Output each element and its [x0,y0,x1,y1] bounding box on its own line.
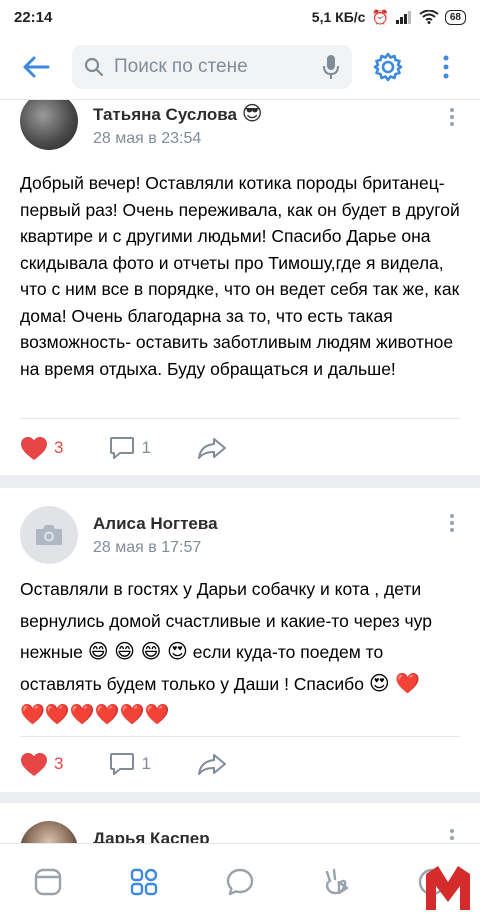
arrow-left-icon [23,56,50,77]
search-input[interactable]: Поиск по стене [72,44,352,89]
post-menu-button[interactable] [442,823,462,843]
heart-icon [21,436,47,460]
heart-icon [21,752,47,776]
like-button[interactable]: 3 [20,752,63,777]
messages-icon [226,868,254,896]
post-menu-button[interactable] [442,102,462,132]
share-button[interactable] [197,436,227,460]
avatar[interactable] [20,506,78,564]
comment-count: 1 [141,754,151,773]
post-emojis: 😍 ❤️ [368,672,421,695]
post-menu-button[interactable] [442,508,462,538]
comment-button[interactable]: 1 [109,436,151,460]
gear-icon [373,52,403,81]
avatar[interactable] [20,821,78,843]
header: Поиск по стене [0,34,480,100]
avatar[interactable] [20,100,78,150]
post-author[interactable]: Дарья Каспер [93,829,210,843]
status-indicators: 5,1 КБ/с ⏰ 68 [312,9,466,26]
like-button[interactable]: 3 [20,436,63,461]
alarm-icon: ⏰ [371,8,389,25]
post-emojis: ❤️❤️❤️❤️❤️❤️ [20,704,170,726]
back-button[interactable] [6,37,66,97]
post-author[interactable]: Алиса Ногтева [93,514,218,534]
comment-icon [110,437,135,459]
wall-feed[interactable]: Татьяна Суслова 😎 28 мая в 23:54 Добрый … [0,100,480,843]
clips-icon [325,868,349,895]
camera-icon [36,525,62,545]
status-time: 22:14 [14,8,53,26]
vertical-dots-icon [443,55,449,78]
more-button[interactable] [426,43,466,91]
nav-messages[interactable] [210,852,270,912]
battery-indicator: 68 [444,9,466,25]
share-icon [197,438,226,459]
post-actions: 3 1 [20,431,273,465]
comment-button[interactable]: 1 [109,752,151,776]
watermark-logo [426,866,470,910]
wall-post: Татьяна Суслова 😎 28 мая в 23:54 Добрый … [0,100,480,475]
nav-clips[interactable] [306,852,366,912]
wifi-icon [419,10,439,24]
divider [20,418,460,419]
newsfeed-icon [34,868,62,896]
post-header: Алиса Ногтева 28 мая в 17:57 [0,488,480,564]
settings-button[interactable] [364,43,412,91]
microphone-icon[interactable] [322,54,340,80]
post-emojis: 😄 😄 😄 😍 [87,641,188,663]
status-bar: 22:14 5,1 КБ/с ⏰ 68 [0,0,480,34]
network-speed: 5,1 КБ/с [311,9,366,25]
like-count: 3 [54,438,64,457]
bottom-navigation [0,843,480,920]
post-author[interactable]: Татьяна Суслова 😎 [93,104,263,125]
comment-count: 1 [141,438,151,457]
comment-icon [110,753,135,775]
wall-post: Алиса Ногтева 28 мая в 17:57 Оставляли в… [0,488,480,792]
search-placeholder: Поиск по стене [114,55,248,77]
post-date[interactable]: 28 мая в 17:57 [93,539,201,557]
services-grid-icon [130,868,158,896]
share-button[interactable] [197,752,227,776]
author-emoji: 😎 [241,103,263,125]
post-text: Добрый вечер! Оставляли котика породы бр… [20,173,460,379]
divider [20,736,460,737]
post-header: Татьяна Суслова 😎 28 мая в 23:54 [0,100,480,160]
post-date[interactable]: 28 мая в 23:54 [93,130,201,148]
share-icon [197,754,226,775]
search-icon [84,57,104,76]
nav-news[interactable] [18,852,78,912]
wall-post: Дарья Каспер [0,803,480,843]
like-count: 3 [54,754,64,773]
nav-services[interactable] [114,852,174,912]
post-text: Оставляли в гостях у Дарьи собачку и кот… [20,579,432,726]
post-actions: 3 1 [20,747,273,781]
signal-icon [395,11,411,24]
